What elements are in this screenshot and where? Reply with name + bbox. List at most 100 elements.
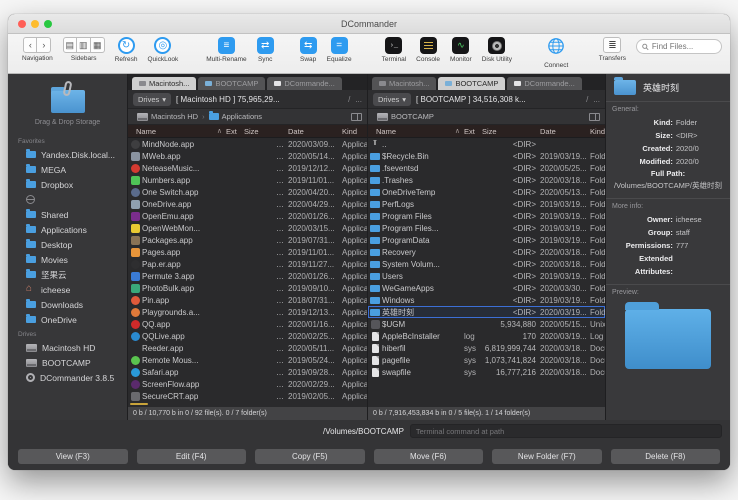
scrollbar-thumb[interactable]: [130, 403, 148, 405]
file-row[interactable]: Windows <DIR> 2019/03/19... Folder: [368, 294, 605, 306]
file-row[interactable]: Pages.app … 2019/11/01... Applicat...: [128, 246, 367, 258]
equalize-icon[interactable]: =: [331, 37, 348, 54]
file-row[interactable]: hiberfil sys 6,819,999,744 2020/03/18...…: [368, 342, 605, 354]
file-row[interactable]: OpenEmu.app … 2020/01/26... Applicat...: [128, 210, 367, 222]
console-icon[interactable]: [420, 37, 437, 54]
file-row[interactable]: Remote Mous... … 2019/05/24... Applicat.…: [128, 354, 367, 366]
file-row[interactable]: Pin.app … 2018/07/31... Applicat...: [128, 294, 367, 306]
function-button[interactable]: New Folder (F7): [492, 449, 602, 464]
file-row[interactable]: pagefile sys 1,073,741,824 2020/03/18...…: [368, 354, 605, 366]
file-row[interactable]: MindNode.app … 2020/03/09... Applicat...: [128, 138, 367, 150]
file-row[interactable]: Safari.app … 2019/09/28... Applicat...: [128, 366, 367, 378]
column-name[interactable]: Name∧: [368, 127, 464, 136]
sidebar-item[interactable]: Yandex.Disk.local...: [8, 147, 127, 162]
file-row[interactable]: .fseventsd <DIR> 2020/05/25... Folder: [368, 162, 605, 174]
function-button[interactable]: Delete (F8): [611, 449, 721, 464]
column-ext[interactable]: Ext: [226, 127, 244, 136]
sidebar-item[interactable]: Movies: [8, 252, 127, 267]
column-name[interactable]: Name∧: [128, 127, 226, 136]
sidebar-right-toggle-icon[interactable]: ▦: [91, 37, 105, 53]
file-row[interactable]: Numbers.app … 2019/11/01... Applicat...: [128, 174, 367, 186]
file-row[interactable]: PerfLogs <DIR> 2019/03/19... Folder: [368, 198, 605, 210]
column-date[interactable]: Date: [540, 127, 590, 136]
file-row[interactable]: swapfile sys 16,777,216 2020/03/18... Do…: [368, 366, 605, 378]
refresh-icon[interactable]: ↻: [118, 37, 135, 54]
connect-globe-icon[interactable]: [547, 37, 565, 60]
file-row[interactable]: .. <DIR>: [368, 138, 605, 150]
sidebar-item[interactable]: Downloads: [8, 297, 127, 312]
column-ext[interactable]: Ext: [464, 127, 482, 136]
file-row[interactable]: Packages.app … 2019/07/31... Applicat...: [128, 234, 367, 246]
sidebar-item[interactable]: MEGA: [8, 162, 127, 177]
drives-dropdown[interactable]: Drives ▾: [133, 93, 171, 106]
column-size[interactable]: Size: [482, 127, 540, 136]
file-row[interactable]: One Switch.app … 2020/04/20... Applicat.…: [128, 186, 367, 198]
file-row[interactable]: ScreenFlow.app … 2020/02/29... Applicat.…: [128, 378, 367, 390]
sidebar-item[interactable]: [8, 192, 127, 207]
monitor-icon[interactable]: ∿: [452, 37, 469, 54]
multi-rename-icon[interactable]: ≡: [218, 37, 235, 54]
breadcrumb-item[interactable]: BOOTCAMP: [373, 112, 434, 121]
file-row[interactable]: MWeb.app … 2020/05/14... Applicat...: [128, 150, 367, 162]
quicklook-icon[interactable]: ◎: [154, 37, 171, 54]
left-horizontal-scrollbar[interactable]: [128, 402, 367, 406]
pane-tab[interactable]: Macintosh...: [132, 77, 196, 90]
function-button[interactable]: Edit (F4): [137, 449, 247, 464]
path-more-button[interactable]: ...: [593, 95, 600, 104]
swap-icon[interactable]: ⇆: [300, 37, 317, 54]
drag-drop-storage[interactable]: Drag & Drop Storage: [8, 80, 127, 134]
sidebar-drive-item[interactable]: BOOTCAMP: [8, 355, 127, 370]
file-row[interactable]: Pap.er.app … 2019/11/27... Applicat...: [128, 258, 367, 270]
file-row[interactable]: Program Files... <DIR> 2019/03/19... Fol…: [368, 222, 605, 234]
back-button[interactable]: ‹: [23, 37, 37, 53]
sidebar-item[interactable]: Desktop: [8, 237, 127, 252]
transfers-icon[interactable]: ≣: [603, 37, 621, 53]
goto-root-button[interactable]: /: [586, 95, 588, 104]
breadcrumb-item[interactable]: Macintosh HD: [133, 112, 198, 121]
path-more-button[interactable]: ...: [355, 95, 362, 104]
column-size[interactable]: Size: [244, 127, 288, 136]
search-input[interactable]: [652, 42, 716, 51]
column-kind[interactable]: Kind: [342, 127, 367, 136]
file-row[interactable]: PhotoBulk.app … 2019/09/10... Applicat..…: [128, 282, 367, 294]
file-row[interactable]: Program Files <DIR> 2019/03/19... Folder: [368, 210, 605, 222]
file-row[interactable]: WeGameApps <DIR> 2020/03/30... Folder: [368, 282, 605, 294]
bookmarks-icon[interactable]: [589, 113, 600, 121]
disk-utility-icon[interactable]: [488, 37, 505, 54]
column-date[interactable]: Date: [288, 127, 342, 136]
drives-dropdown[interactable]: Drives ▾: [373, 93, 411, 106]
sidebar-item[interactable]: Applications: [8, 222, 127, 237]
forward-button[interactable]: ›: [37, 37, 51, 53]
column-kind[interactable]: Kind: [590, 127, 605, 136]
pane-tab[interactable]: BOOTCAMP: [198, 77, 265, 90]
file-row[interactable]: Reeder.app … 2020/05/11... Applicat...: [128, 342, 367, 354]
goto-root-button[interactable]: /: [348, 95, 350, 104]
function-button[interactable]: View (F3): [18, 449, 128, 464]
file-row[interactable]: SecureCRT.app … 2019/02/05... Applicat..…: [128, 390, 367, 402]
sidebar-item[interactable]: OneDrive: [8, 312, 127, 327]
file-row[interactable]: System Volum... <DIR> 2020/03/18... Fold…: [368, 258, 605, 270]
file-row[interactable]: Users <DIR> 2019/03/19... Folder: [368, 270, 605, 282]
file-row[interactable]: $Recycle.Bin <DIR> 2019/03/19... Folder: [368, 150, 605, 162]
sidebar-drive-item[interactable]: Macintosh HD: [8, 340, 127, 355]
sidebar-left-toggle-icon[interactable]: ▤: [63, 37, 77, 53]
file-row[interactable]: AppleBcInstaller log 170 2020/03/19... L…: [368, 330, 605, 342]
file-row[interactable]: Permute 3.app … 2020/01/26... Applicat..…: [128, 270, 367, 282]
sidebar-item[interactable]: icheese: [8, 282, 127, 297]
function-button[interactable]: Copy (F5): [255, 449, 365, 464]
file-row[interactable]: OneDrive.app … 2020/04/29... Applicat...: [128, 198, 367, 210]
bookmarks-icon[interactable]: [351, 113, 362, 121]
file-row[interactable]: Recovery <DIR> 2020/03/18... Folder: [368, 246, 605, 258]
sidebar-both-toggle-icon[interactable]: ▥: [77, 37, 91, 53]
function-button[interactable]: Move (F6): [374, 449, 484, 464]
file-row[interactable]: QQLive.app … 2020/02/25... Applicat...: [128, 330, 367, 342]
breadcrumb-item[interactable]: › Applications: [202, 112, 262, 121]
terminal-icon[interactable]: ›_: [385, 37, 402, 54]
file-row[interactable]: 英雄时刻 <DIR> 2020/03/19... Folder: [368, 306, 605, 318]
file-row[interactable]: $UGM 5,934,880 2020/05/15... Unix ex...: [368, 318, 605, 330]
pane-tab[interactable]: Macintosh...: [372, 77, 436, 90]
file-row[interactable]: NeteaseMusic... … 2019/12/12... Applicat…: [128, 162, 367, 174]
sidebar-item[interactable]: 坚果云: [8, 267, 127, 282]
file-row[interactable]: OpenWebMon... … 2020/03/15... Applicat..…: [128, 222, 367, 234]
file-row[interactable]: OneDriveTemp <DIR> 2020/05/13... Folder: [368, 186, 605, 198]
